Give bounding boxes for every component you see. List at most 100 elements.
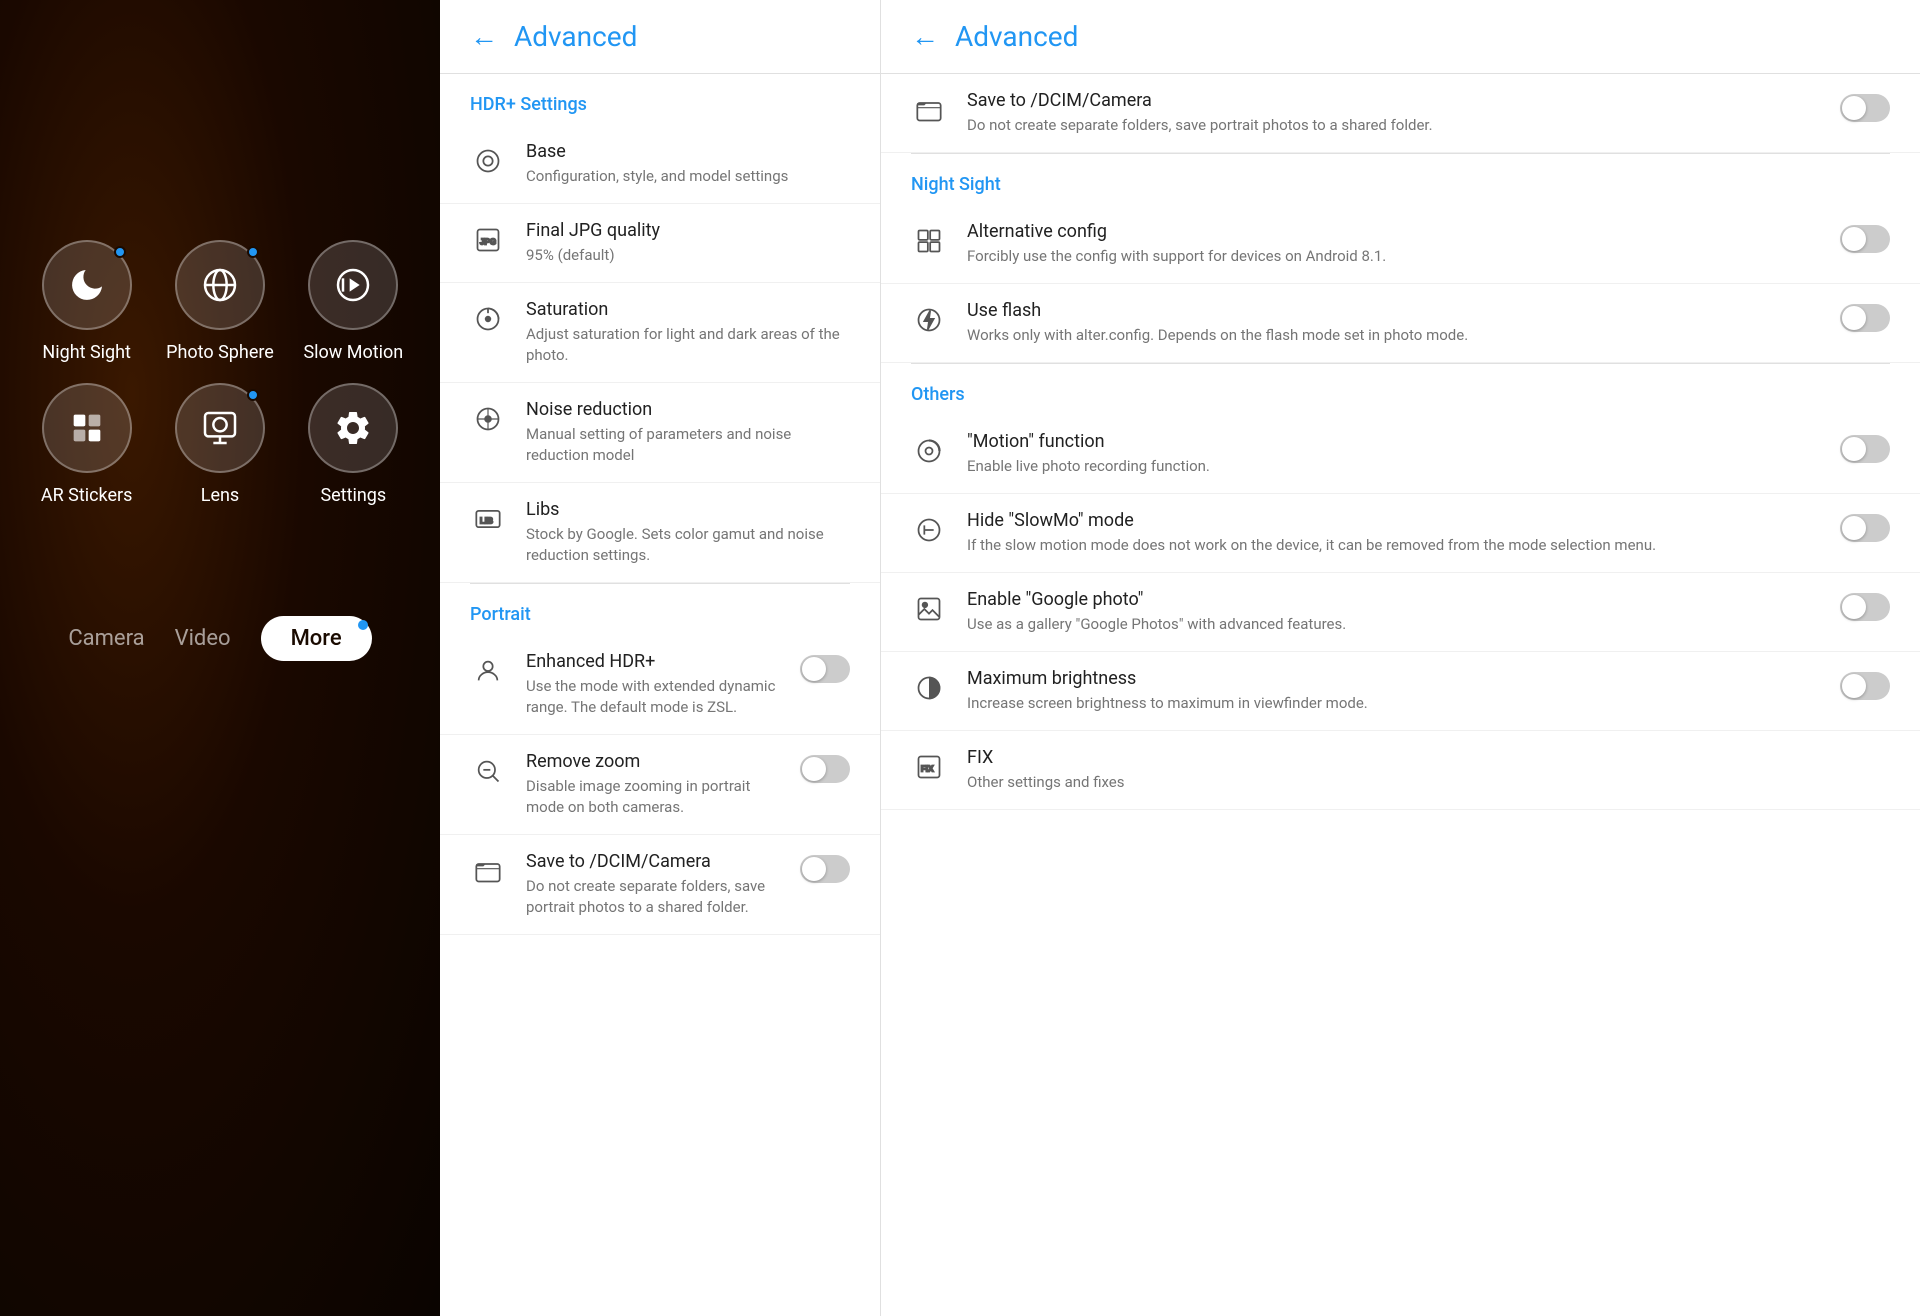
hdr-section-label: HDR+ Settings — [440, 74, 880, 125]
right-panel: ← Advanced Save to /DCIM/Camera Do not c… — [880, 0, 1920, 1316]
middle-header: ← Advanced — [440, 0, 880, 74]
setting-jpg-quality[interactable]: JPG Final JPG quality 95% (default) — [440, 204, 880, 283]
motion-function-desc: Enable live photo recording function. — [967, 456, 1820, 477]
base-text: Base Configuration, style, and model set… — [526, 141, 850, 187]
setting-max-brightness[interactable]: Maximum brightness Increase screen brigh… — [881, 652, 1920, 731]
right-settings-list: Save to /DCIM/Camera Do not create separ… — [881, 74, 1920, 1316]
use-flash-name: Use flash — [967, 300, 1820, 321]
noise-reduction-text: Noise reduction Manual setting of parame… — [526, 399, 850, 466]
camera-mode-lens[interactable]: Lens — [163, 383, 276, 506]
tab-more[interactable]: More — [261, 616, 372, 661]
camera-mode-photo-sphere[interactable]: Photo Sphere — [163, 240, 276, 363]
zoom-icon — [474, 757, 502, 785]
google-photo-icon — [911, 591, 947, 627]
motion-icon — [911, 433, 947, 469]
remove-zoom-toggle[interactable] — [800, 755, 850, 783]
save-dcim-middle-toggle[interactable] — [800, 855, 850, 883]
setting-hide-slowmo[interactable]: Hide "SlowMo" mode If the slow motion mo… — [881, 494, 1920, 573]
setting-remove-zoom[interactable]: Remove zoom Disable image zooming in por… — [440, 735, 880, 835]
camera-mode-ar-stickers[interactable]: AR Stickers — [30, 383, 143, 506]
setting-use-flash[interactable]: Use flash Works only with alter.config. … — [881, 284, 1920, 363]
fix-desc: Other settings and fixes — [967, 772, 1890, 793]
libs-text: Libs Stock by Google. Sets color gamut a… — [526, 499, 850, 566]
photo-sphere-active-dot — [247, 246, 259, 258]
moon-icon — [67, 265, 107, 305]
enhanced-hdr-desc: Use the mode with extended dynamic range… — [526, 676, 780, 718]
hide-slowmo-toggle[interactable] — [1840, 514, 1890, 542]
setting-alt-config[interactable]: Alternative config Forcibly use the conf… — [881, 205, 1920, 284]
camera-mode-slow-motion[interactable]: Slow Motion — [297, 240, 410, 363]
lens-active-dot — [247, 389, 259, 401]
setting-save-dcim-right[interactable]: Save to /DCIM/Camera Do not create separ… — [881, 74, 1920, 153]
motion-function-name: "Motion" function — [967, 431, 1820, 452]
person-icon — [474, 657, 502, 685]
right-back-button[interactable]: ← — [911, 20, 939, 53]
setting-enhanced-hdr[interactable]: Enhanced HDR+ Use the mode with extended… — [440, 635, 880, 735]
tab-video[interactable]: Video — [175, 626, 231, 651]
middle-back-button[interactable]: ← — [470, 20, 498, 53]
library-icon: LIB — [474, 505, 502, 533]
alt-config-icon — [911, 223, 947, 259]
ar-stickers-label: AR Stickers — [41, 485, 133, 506]
photo-sphere-icon-circle — [175, 240, 265, 330]
use-flash-desc: Works only with alter.config. Depends on… — [967, 325, 1820, 346]
middle-title: Advanced — [514, 20, 637, 53]
camera-mode-night-sight[interactable]: Night Sight — [30, 240, 143, 363]
slow-motion-icon-circle — [308, 240, 398, 330]
remove-zoom-text: Remove zoom Disable image zooming in por… — [526, 751, 780, 818]
jpg-icon: JPG — [470, 222, 506, 258]
motion-function-toggle[interactable] — [1840, 435, 1890, 463]
save-dcim-middle-text: Save to /DCIM/Camera Do not create separ… — [526, 851, 780, 918]
hide-slowmo-icon — [911, 512, 947, 548]
max-brightness-toggle[interactable] — [1840, 672, 1890, 700]
slow-motion-label: Slow Motion — [303, 342, 403, 363]
enhanced-hdr-icon — [470, 653, 506, 689]
setting-noise-reduction[interactable]: Noise reduction Manual setting of parame… — [440, 383, 880, 483]
lightning-icon — [915, 306, 943, 334]
alt-config-desc: Forcibly use the config with support for… — [967, 246, 1820, 267]
slowmo-icon — [915, 516, 943, 544]
tab-camera[interactable]: Camera — [68, 626, 144, 651]
base-name: Base — [526, 141, 850, 162]
setting-save-dcim-middle[interactable]: Save to /DCIM/Camera Do not create separ… — [440, 835, 880, 935]
jpg-quality-name: Final JPG quality — [526, 220, 850, 241]
jpg-quality-desc: 95% (default) — [526, 245, 850, 266]
alt-config-toggle[interactable] — [1840, 225, 1890, 253]
lens-label: Lens — [201, 485, 239, 506]
night-sight-icon-circle — [42, 240, 132, 330]
brightness-icon — [911, 670, 947, 706]
remove-zoom-desc: Disable image zooming in portrait mode o… — [526, 776, 780, 818]
svg-text:FIX: FIX — [921, 765, 934, 774]
camera-mode-settings[interactable]: Settings — [297, 383, 410, 506]
saturation-desc: Adjust saturation for light and dark are… — [526, 324, 850, 366]
image-icon — [915, 595, 943, 623]
saturation-name: Saturation — [526, 299, 850, 320]
saturation-text: Saturation Adjust saturation for light a… — [526, 299, 850, 366]
more-tab-dot — [358, 620, 368, 630]
save-dcim-right-desc: Do not create separate folders, save por… — [967, 115, 1820, 136]
setting-fix[interactable]: FIX FIX Other settings and fixes — [881, 731, 1920, 810]
fix-box-icon: FIX — [915, 753, 943, 781]
setting-saturation[interactable]: Saturation Adjust saturation for light a… — [440, 283, 880, 383]
enhanced-hdr-name: Enhanced HDR+ — [526, 651, 780, 672]
setting-base[interactable]: Base Configuration, style, and model set… — [440, 125, 880, 204]
setting-google-photo[interactable]: Enable "Google photo" Use as a gallery "… — [881, 573, 1920, 652]
save-dcim-right-text: Save to /DCIM/Camera Do not create separ… — [967, 90, 1820, 136]
right-title: Advanced — [955, 20, 1078, 53]
use-flash-toggle[interactable] — [1840, 304, 1890, 332]
setting-motion-function[interactable]: "Motion" function Enable live photo reco… — [881, 415, 1920, 494]
hide-slowmo-desc: If the slow motion mode does not work on… — [967, 535, 1820, 556]
fix-icon: FIX — [911, 749, 947, 785]
setting-libs[interactable]: LIB Libs Stock by Google. Sets color gam… — [440, 483, 880, 583]
portrait-section-label: Portrait — [440, 584, 880, 635]
google-photo-toggle[interactable] — [1840, 593, 1890, 621]
libs-icon: LIB — [470, 501, 506, 537]
folder-icon — [474, 857, 502, 885]
google-photo-text: Enable "Google photo" Use as a gallery "… — [967, 589, 1820, 635]
ar-stickers-icon-circle — [42, 383, 132, 473]
enhanced-hdr-toggle[interactable] — [800, 655, 850, 683]
right-header: ← Advanced — [881, 0, 1920, 74]
save-dcim-right-toggle[interactable] — [1840, 94, 1890, 122]
enhanced-hdr-text: Enhanced HDR+ Use the mode with extended… — [526, 651, 780, 718]
save-dcim-middle-name: Save to /DCIM/Camera — [526, 851, 780, 872]
